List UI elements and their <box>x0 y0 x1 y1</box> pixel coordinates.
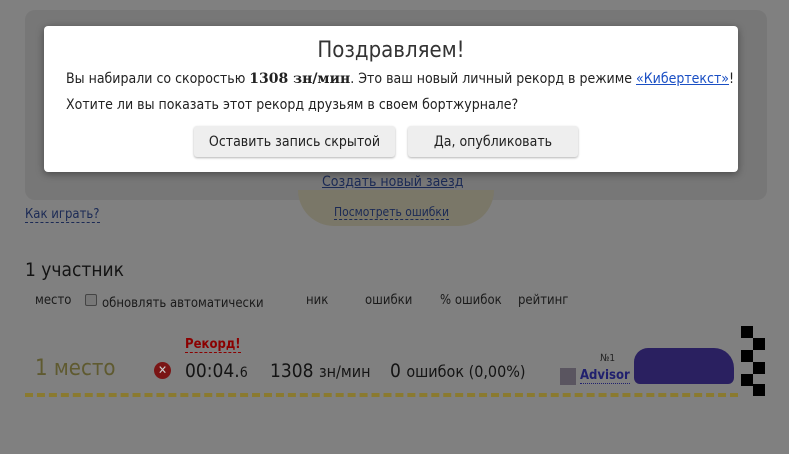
track-line <box>25 393 738 397</box>
participants-title: 1 участник <box>25 259 124 281</box>
speed-value: 1308 <box>270 360 314 382</box>
header-auto-update: обновлять автоматически <box>102 296 264 311</box>
close-icon[interactable]: ✕ <box>154 362 171 379</box>
errors-count: 0 <box>390 360 401 382</box>
record-label[interactable]: Рекорд! <box>185 337 241 353</box>
msg-prefix: Вы набирали со скоростью <box>66 71 250 87</box>
msg-suffix: ! <box>729 71 735 87</box>
msg-middle: . Это ваш новый личный рекорд в режиме <box>350 71 636 87</box>
keep-hidden-button[interactable]: Оставить запись скрытой <box>194 126 395 157</box>
race-time: 00:04.6 <box>185 360 248 382</box>
rank-badge: №1 <box>600 353 616 364</box>
dialog-title: Поздравляем! <box>317 38 465 63</box>
finish-flag-icon <box>741 326 765 396</box>
speed-unit: зн/мин <box>318 362 371 381</box>
auto-update-checkbox[interactable] <box>85 294 97 306</box>
nick-link[interactable]: Advisor <box>580 368 630 384</box>
errors: 0 ошибок (0,00%) <box>390 360 526 382</box>
header-place: место <box>35 293 72 308</box>
dialog-message: Вы набирали со скоростью 1308 зн/мин. Эт… <box>44 71 738 87</box>
mode-link[interactable]: «Кибертекст» <box>636 71 729 87</box>
header-errors: ошибки <box>365 293 413 308</box>
publish-button[interactable]: Да, опубликовать <box>408 126 578 157</box>
view-errors-link[interactable]: Посмотреть ошибки <box>334 205 449 220</box>
msg-speed: 1308 зн/мин <box>249 71 351 87</box>
header-error-pct: % ошибок <box>440 293 502 308</box>
dialog-question: Хотите ли вы показать этот рекорд друзья… <box>66 97 519 113</box>
header-rating: рейтинг <box>518 293 569 308</box>
car-icon <box>634 348 734 384</box>
row-place: 1 место <box>35 356 116 381</box>
new-race-link[interactable]: Создать новый заезд <box>322 174 463 190</box>
header-nick: ник <box>306 293 329 308</box>
avatar <box>560 368 576 385</box>
speed: 1308 зн/мин <box>270 360 370 382</box>
how-to-play-link[interactable]: Как играть? <box>25 207 100 223</box>
time-main: 00:04. <box>185 360 240 382</box>
record-dialog: Поздравляем! Вы набирали со скоростью 13… <box>44 26 738 172</box>
time-frac: 6 <box>239 365 248 381</box>
errors-text: ошибок (0,00%) <box>406 362 526 381</box>
